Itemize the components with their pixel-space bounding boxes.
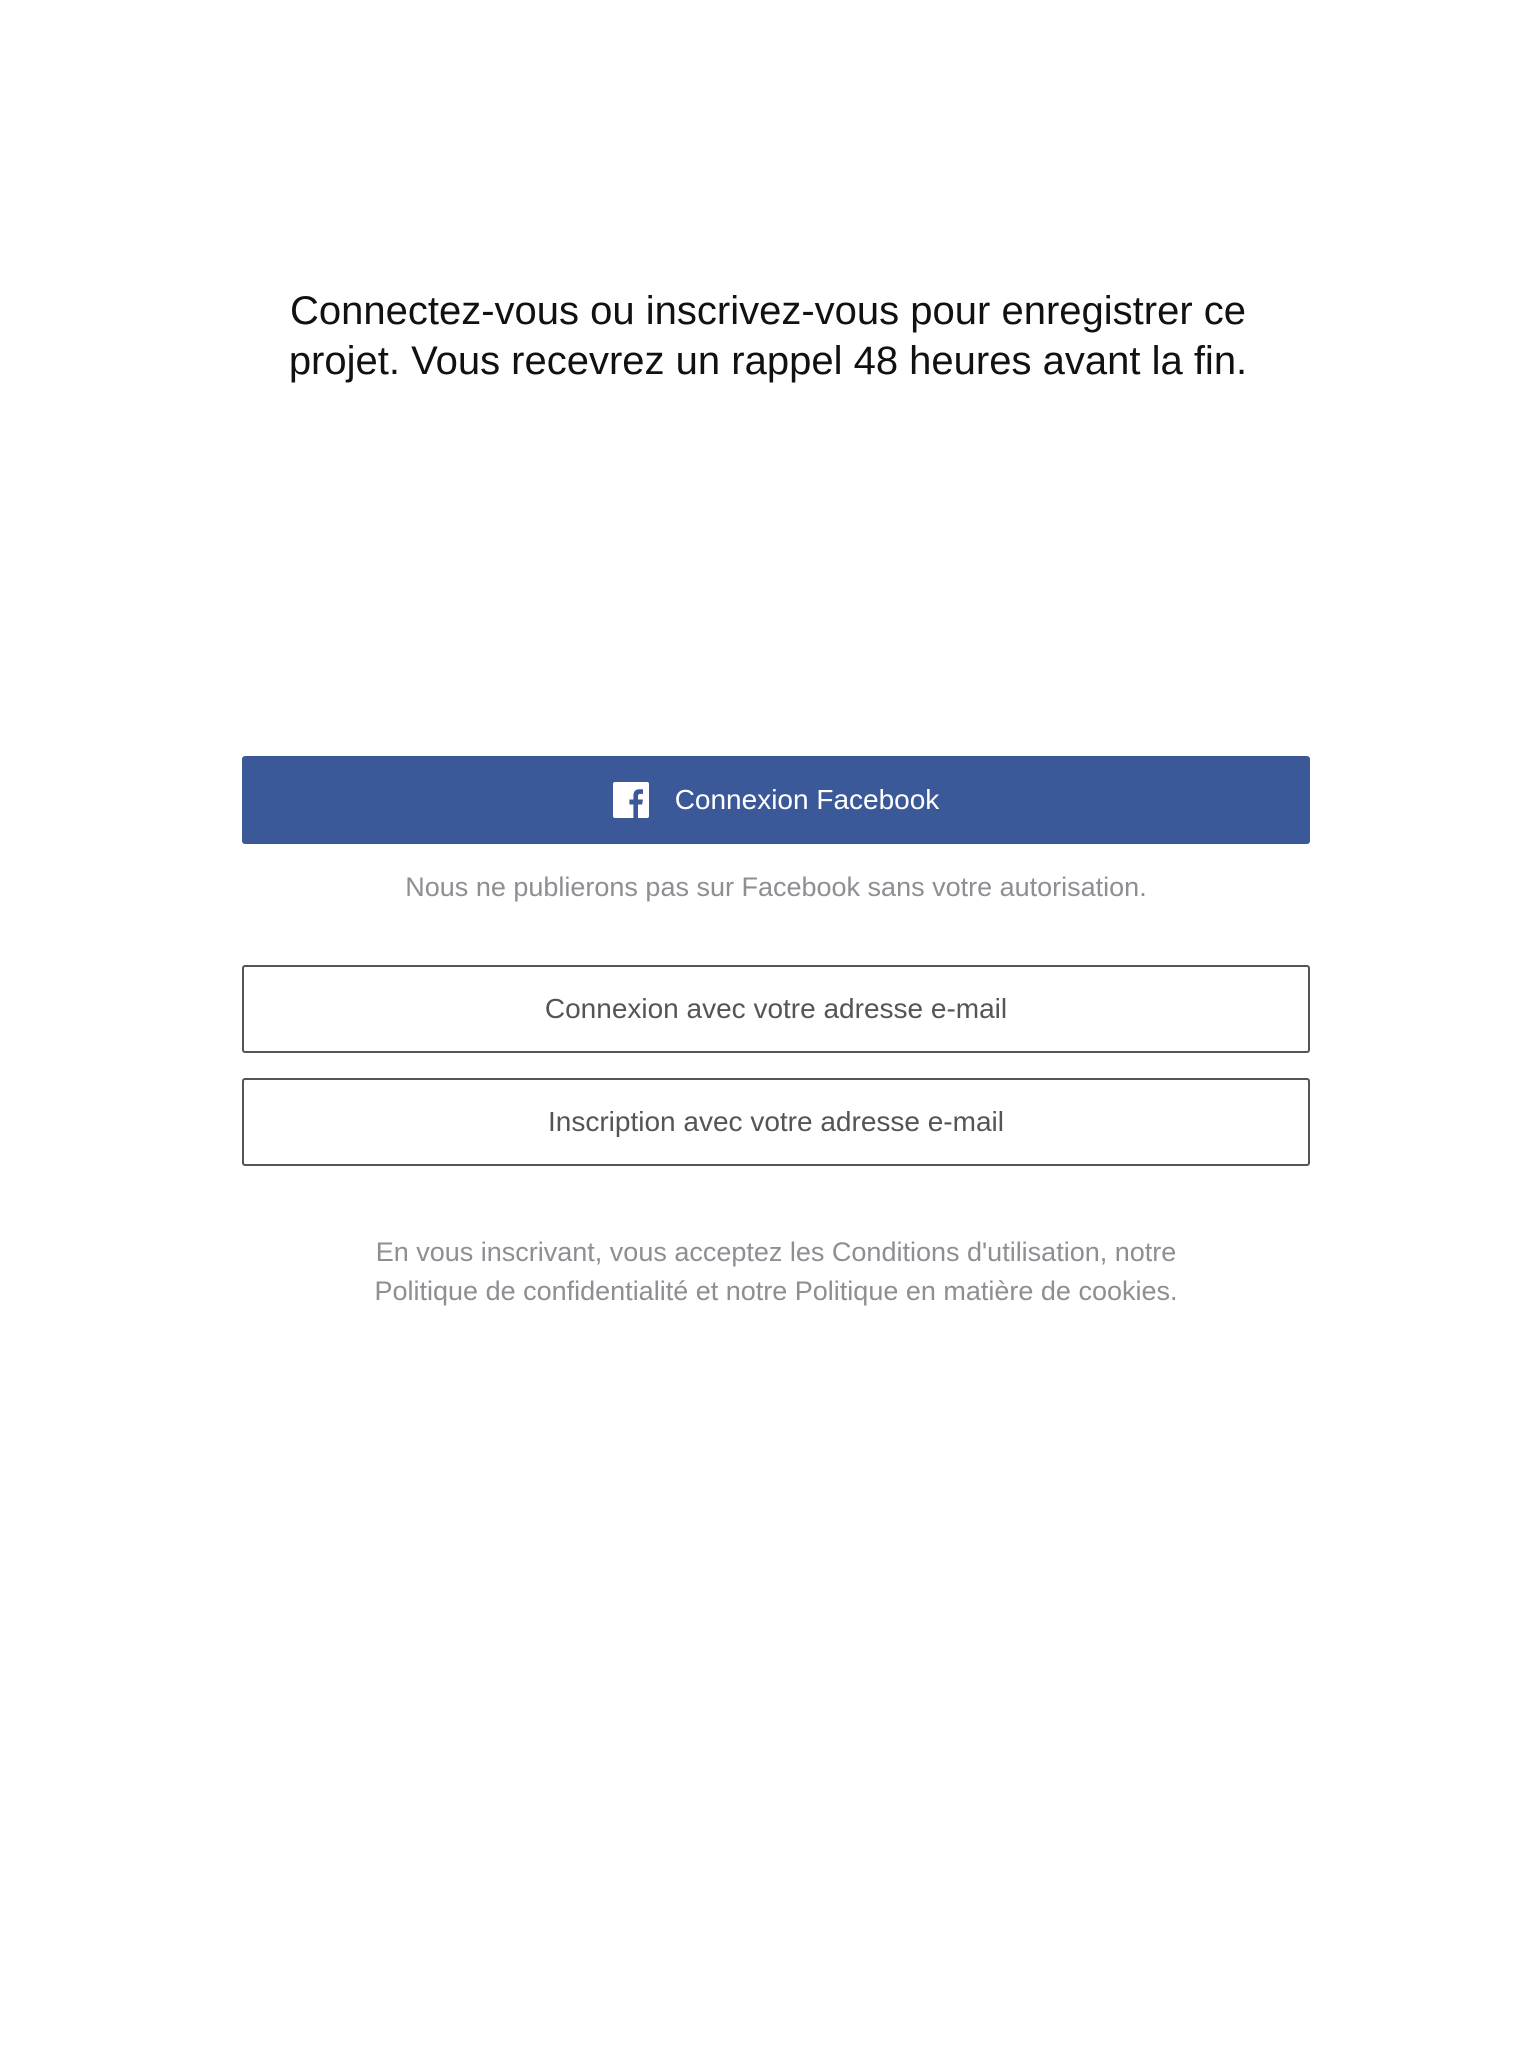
facebook-icon <box>612 782 649 818</box>
page-title-line-1: Connectez-vous ou inscrivez-vous pour en… <box>290 289 1246 333</box>
email-signup-label: Inscription avec votre adresse e-mail <box>548 1106 1004 1137</box>
facebook-privacy-note: Nous ne publierons pas sur Facebook sans… <box>405 872 1147 902</box>
terms-line-1: En vous inscrivant, vous acceptez les Co… <box>375 1237 1177 1267</box>
terms-notice: En vous inscrivant, vous acceptez les Co… <box>242 1233 1310 1311</box>
page-title: Connectez-vous ou inscrivez-vous pour en… <box>268 286 1268 386</box>
email-signup-button[interactable]: Inscription avec votre adresse e-mail <box>242 1078 1310 1166</box>
page-title-line-2: projet. Vous recevrez un rappel 48 heure… <box>288 339 1248 383</box>
email-login-button[interactable]: Connexion avec votre adresse e-mail <box>242 965 1310 1053</box>
facebook-login-button[interactable]: Connexion Facebook <box>242 756 1310 844</box>
facebook-login-label: Connexion Facebook <box>674 784 940 815</box>
email-login-label: Connexion avec votre adresse e-mail <box>544 993 1008 1024</box>
terms-line-2: Politique de confidentialité et notre Po… <box>374 1276 1178 1306</box>
